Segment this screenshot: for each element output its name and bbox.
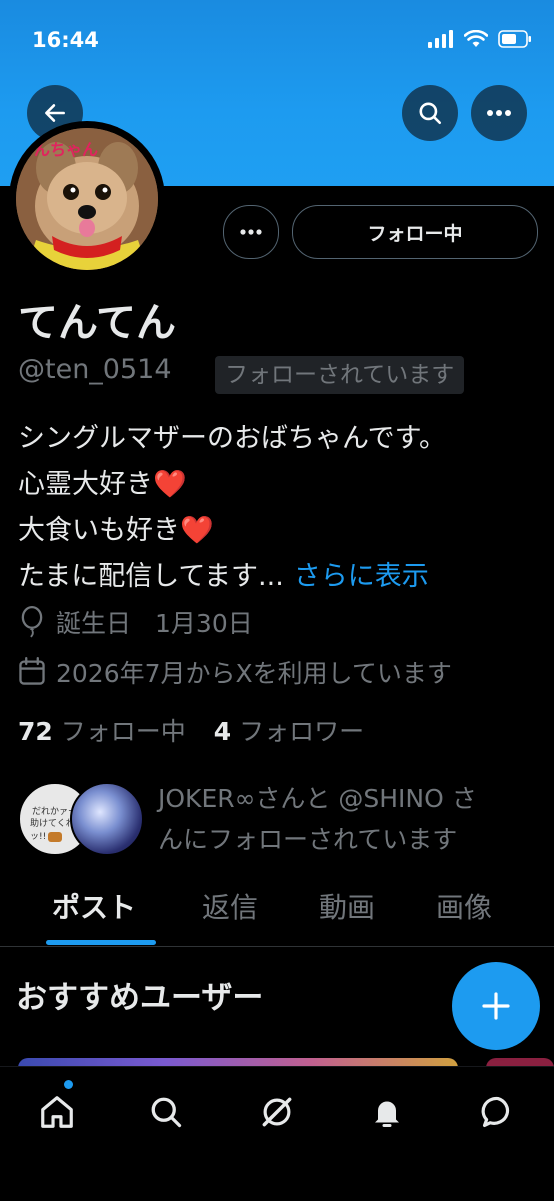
more-icon bbox=[240, 229, 262, 235]
bell-icon bbox=[375, 1101, 399, 1127]
nav-grok[interactable] bbox=[254, 1089, 300, 1135]
avatar-caption: んちゃん bbox=[34, 140, 99, 159]
message-icon bbox=[481, 1096, 510, 1128]
recommended-users-title: おすすめユーザー bbox=[16, 980, 264, 1016]
profile-avatar[interactable]: んちゃん bbox=[9, 121, 165, 277]
compose-button[interactable] bbox=[452, 962, 540, 1050]
more-button[interactable] bbox=[471, 85, 527, 141]
bio-line-3: 大食いも好き❤️ bbox=[18, 515, 214, 546]
following-button-label: フォロー中 bbox=[367, 222, 463, 245]
tab-videos[interactable]: 動画 bbox=[319, 886, 375, 926]
arrow-left-icon bbox=[45, 104, 65, 122]
profile-tabs: ポスト 返信 動画 画像 bbox=[0, 880, 554, 947]
nav-home[interactable] bbox=[34, 1089, 80, 1135]
user-handle: @ten_0514 bbox=[18, 354, 172, 385]
wifi-icon bbox=[464, 30, 488, 47]
search-button[interactable] bbox=[402, 85, 458, 141]
mutual-followers-text[interactable]: JOKER∞さんと @SHINO さ んにフォローされています bbox=[158, 778, 543, 860]
tab-posts[interactable]: ポスト bbox=[52, 886, 136, 926]
follows-you-badge: フォローされています bbox=[215, 356, 465, 394]
following-button[interactable]: フォロー中 bbox=[292, 205, 538, 259]
profile-bio: シングルマザーのおばちゃんです。 心霊大好き❤️ 大食いも好き❤️ たまに配信し… bbox=[18, 416, 446, 600]
joined-date: 2026年7月からXを利用しています bbox=[56, 659, 452, 688]
active-tab-indicator bbox=[46, 940, 156, 945]
home-icon bbox=[41, 1096, 73, 1128]
search-icon bbox=[419, 102, 442, 125]
grok-icon bbox=[262, 1097, 292, 1127]
status-time: 16:44 bbox=[32, 28, 99, 52]
birthday-value: 1月30日 bbox=[155, 609, 253, 638]
tab-replies[interactable]: 返信 bbox=[202, 886, 258, 926]
show-more-link[interactable]: さらに表示 bbox=[294, 561, 429, 592]
calendar-icon bbox=[19, 657, 45, 685]
birthday-row: 誕生日 1月30日 bbox=[18, 604, 253, 640]
nav-notifications[interactable] bbox=[364, 1089, 410, 1135]
tab-images[interactable]: 画像 bbox=[436, 886, 492, 926]
profile-more-button[interactable] bbox=[223, 205, 279, 259]
nav-search[interactable] bbox=[143, 1089, 189, 1135]
more-icon bbox=[487, 110, 511, 116]
status-icons bbox=[428, 30, 532, 48]
balloon-icon bbox=[21, 606, 43, 638]
followers-link[interactable]: 4 フォロワー bbox=[214, 717, 364, 746]
joined-row: 2026年7月からXを利用しています bbox=[18, 654, 452, 690]
display-name: てんてん bbox=[18, 300, 176, 346]
mutual-followers-avatars[interactable]: だれかァー!! 助けてくれーッ!! bbox=[18, 782, 144, 857]
heart-icon: ❤️ bbox=[153, 469, 187, 500]
avatar-image: んちゃん bbox=[16, 128, 158, 270]
follow-counts: 72 フォロー中 4 フォロワー bbox=[18, 712, 364, 748]
bio-line-2: 心霊大好き❤️ bbox=[18, 469, 187, 500]
battery-icon bbox=[498, 30, 531, 48]
birthday-label: 誕生日 bbox=[56, 609, 132, 638]
bio-line-4: たまに配信してます... さらに表示 bbox=[18, 561, 429, 592]
bottom-navigation bbox=[0, 1066, 554, 1201]
plus-icon bbox=[482, 992, 510, 1020]
home-notification-dot bbox=[64, 1080, 73, 1089]
mutual-avatar-shino bbox=[70, 782, 144, 856]
following-link[interactable]: 72 フォロー中 bbox=[18, 717, 186, 746]
heart-icon: ❤️ bbox=[180, 515, 214, 546]
nav-messages[interactable] bbox=[475, 1089, 521, 1135]
search-icon bbox=[151, 1097, 182, 1128]
signal-icon bbox=[428, 30, 453, 48]
bio-line-1: シングルマザーのおばちゃんです。 bbox=[18, 423, 446, 454]
